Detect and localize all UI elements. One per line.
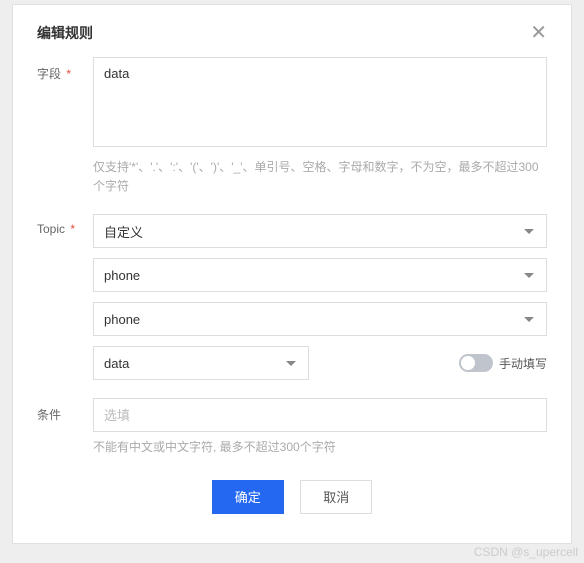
manual-toggle-wrap: 手动填写 <box>459 354 547 372</box>
condition-input[interactable] <box>93 398 547 432</box>
watermark: CSDN @s_upercell <box>474 545 578 559</box>
select-value: data <box>104 356 129 371</box>
field-row: 字段 * 仅支持'*'、'.'、':'、'('、')'、'_'、单引号、空格、字… <box>37 57 547 196</box>
topic-select-4[interactable]: data <box>93 346 309 380</box>
manual-toggle-label: 手动填写 <box>499 355 547 372</box>
modal-footer: 确定 取消 <box>37 468 547 514</box>
field-label: 字段 * <box>37 57 93 82</box>
select-value: phone <box>104 312 140 327</box>
condition-hint: 不能有中文或中文字符, 最多不超过300个字符 <box>93 438 547 457</box>
topic-select-3[interactable]: phone <box>93 302 547 336</box>
manual-toggle[interactable] <box>459 354 493 372</box>
edit-rule-modal: 编辑规则 ✕ 字段 * 仅支持'*'、'.'、':'、'('、')'、'_'、单… <box>12 4 572 544</box>
select-value: phone <box>104 268 140 283</box>
select-value: 自定义 <box>104 222 143 241</box>
cancel-button[interactable]: 取消 <box>300 480 372 514</box>
ok-button[interactable]: 确定 <box>212 480 284 514</box>
condition-label: 条件 <box>37 398 93 423</box>
topic-label: Topic * <box>37 214 93 236</box>
modal-title: 编辑规则 <box>37 23 93 43</box>
condition-row: 条件 不能有中文或中文字符, 最多不超过300个字符 <box>37 398 547 457</box>
modal-body: 字段 * 仅支持'*'、'.'、':'、'('、')'、'_'、单引号、空格、字… <box>13 57 571 514</box>
topic-select-1[interactable]: 自定义 <box>93 214 547 248</box>
field-hint: 仅支持'*'、'.'、':'、'('、')'、'_'、单引号、空格、字母和数字，… <box>93 158 547 196</box>
field-textarea[interactable] <box>93 57 547 147</box>
close-icon[interactable]: ✕ <box>530 23 547 43</box>
topic-select-2[interactable]: phone <box>93 258 547 292</box>
topic-row: Topic * 自定义 phone phone data 手动填写 <box>37 214 547 380</box>
modal-header: 编辑规则 ✕ <box>13 5 571 57</box>
